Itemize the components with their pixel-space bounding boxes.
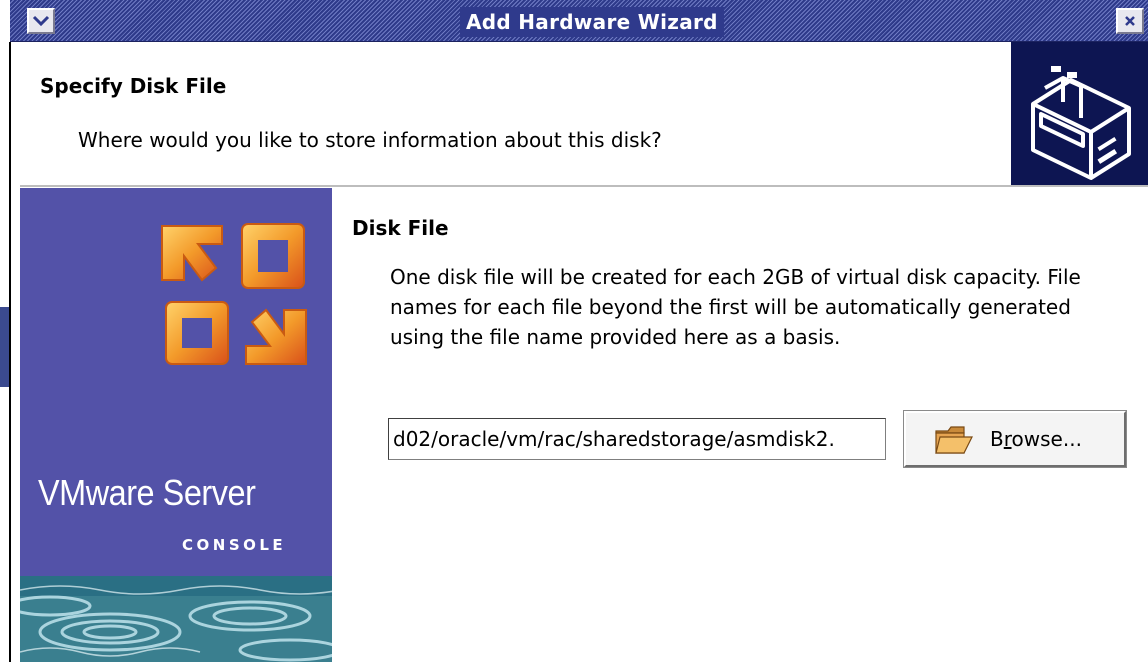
page-title: Specify Disk File — [40, 74, 227, 98]
hard-disk-icon — [1011, 42, 1148, 185]
brand-name: VMware Server — [38, 472, 256, 513]
vmware-logo-icon — [158, 218, 310, 374]
vmware-banner: VMware Server CONSOLE — [20, 188, 332, 662]
browse-button[interactable]: Browse... — [904, 411, 1126, 467]
wizard-header: Specify Disk File Where would you like t… — [20, 42, 1148, 185]
disk-file-description: One disk file will be created for each 2… — [390, 265, 1081, 349]
disk-file-path-input[interactable] — [388, 418, 886, 460]
brand-subtitle: CONSOLE — [182, 536, 287, 554]
browse-mnemonic: r — [1003, 427, 1012, 451]
folder-icon — [934, 425, 974, 459]
section-title: Disk File — [352, 216, 449, 240]
add-hardware-wizard-window: Add Hardware Wizard Specify Disk File Wh… — [0, 0, 1148, 662]
window-menu-button[interactable] — [27, 8, 55, 34]
window-title: Add Hardware Wizard — [460, 7, 724, 37]
close-icon — [1125, 16, 1135, 26]
page-subtitle: Where would you like to store informatio… — [78, 128, 662, 152]
title-bar[interactable]: Add Hardware Wizard — [10, 0, 1148, 42]
background-window-edge — [0, 42, 20, 662]
chevron-down-icon — [32, 15, 50, 27]
water-ripple-graphic — [20, 576, 332, 662]
browse-button-label: Browse... — [990, 427, 1082, 451]
wizard-content: Disk File One disk file will be created … — [332, 188, 1148, 662]
close-button[interactable] — [1116, 8, 1144, 34]
